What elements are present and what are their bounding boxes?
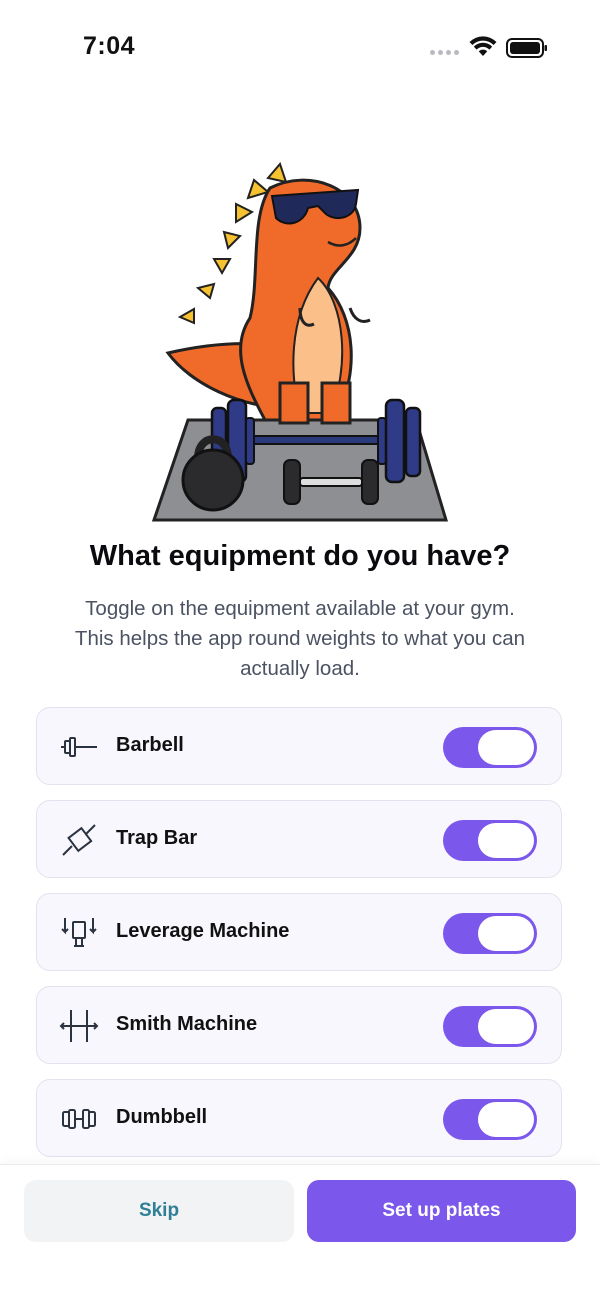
equipment-label: Smith Machine [116,1013,258,1035]
set-up-plates-button[interactable]: Set up plates [307,1180,576,1242]
footer-bar: Skip Set up plates [0,1164,600,1305]
page-subtitle: Toggle on the equipment available at you… [74,597,526,680]
equipment-row-smith-machine: Smith Machine [36,986,562,1064]
toggle-knob [478,916,534,951]
equipment-label: Leverage Machine [116,920,290,942]
toggle-knob [478,1009,534,1044]
dumbbell-icon [62,1109,96,1129]
toggle-barbell[interactable] [443,727,537,768]
leverage-machine-icon [61,918,97,947]
toggle-knob [478,1102,534,1137]
equipment-label: Trap Bar [116,827,198,849]
equipment-row-barbell: Barbell [36,707,562,785]
skip-button[interactable]: Skip [24,1180,294,1242]
toggle-dumbbell[interactable] [443,1099,537,1140]
dinosaur-lifting-illustration [151,162,449,522]
equipment-label: Barbell [116,734,184,756]
equipment-row-trap-bar: Trap Bar [36,800,562,878]
toggle-smith-machine[interactable] [443,1006,537,1047]
equipment-label: Dumbbell [116,1106,208,1128]
smith-machine-icon [59,1010,99,1042]
battery-icon [506,38,547,58]
status-bar: 7:04 [0,0,600,96]
equipment-row-leverage-machine: Leverage Machine [36,893,562,971]
toggle-knob [478,823,534,858]
barbell-icon [61,737,97,757]
cellular-signal-icon [430,50,459,55]
toggle-leverage-machine[interactable] [443,913,537,954]
status-time: 7:04 [83,32,136,60]
page-title: What equipment do you have? [89,540,511,572]
wifi-icon [469,36,497,56]
trap-bar-icon [62,824,96,856]
equipment-row-dumbbell: Dumbbell [36,1079,562,1157]
toggle-knob [478,730,534,765]
toggle-trap-bar[interactable] [443,820,537,861]
